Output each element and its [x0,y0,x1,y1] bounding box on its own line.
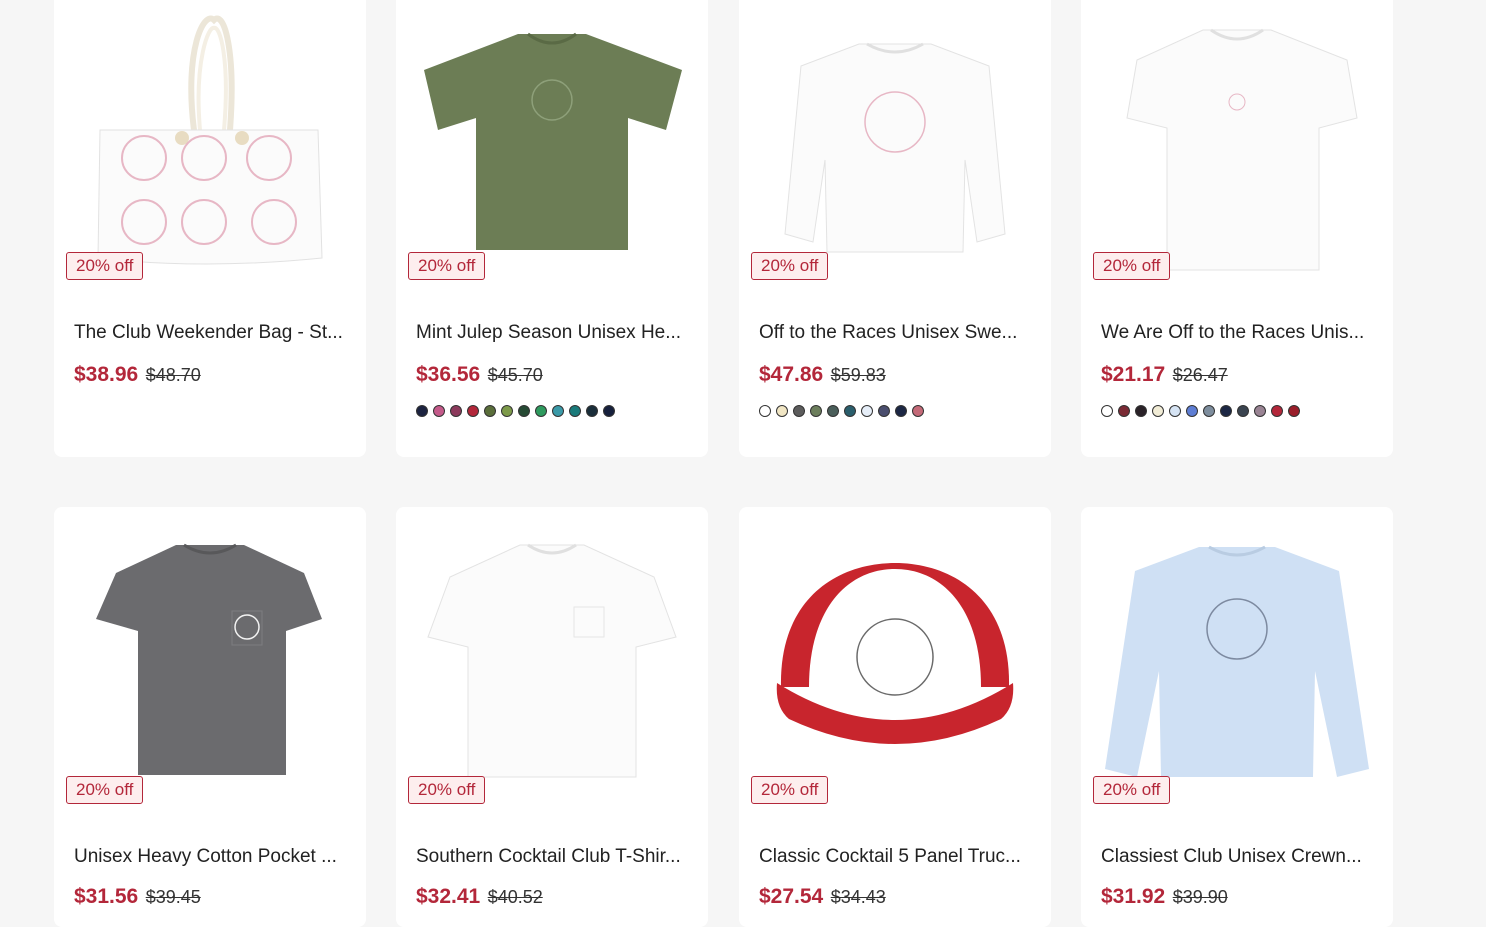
discount-badge: 20% off [751,776,829,804]
sale-price: $31.92 [1101,885,1166,908]
price-row: $21.17 $26.47 [1101,363,1228,387]
color-swatch[interactable] [535,405,547,417]
color-swatch[interactable] [450,405,462,417]
original-price: $26.47 [1172,365,1228,385]
sale-price: $38.96 [74,363,139,386]
color-swatch[interactable] [416,405,428,417]
original-price: $45.70 [487,365,543,385]
product-card[interactable]: 20% off We Are Off to the Races Unis... … [1081,0,1393,457]
product-title[interactable]: The Club Weekender Bag - St... [74,322,349,344]
color-swatch[interactable] [518,405,530,417]
product-title[interactable]: Southern Cocktail Club T-Shir... [416,846,691,868]
discount-badge: 20% off [751,252,829,280]
color-swatch[interactable] [467,405,479,417]
color-swatch[interactable] [1169,405,1181,417]
discount-badge: 20% off [1093,252,1171,280]
original-price: $40.52 [487,887,543,907]
original-price: $39.45 [145,887,201,907]
color-swatch[interactable] [878,405,890,417]
product-card[interactable]: 20% off The Club Weekender Bag - St... $… [54,0,366,457]
discount-badge: 20% off [66,252,144,280]
color-swatch[interactable] [484,405,496,417]
color-swatch[interactable] [776,405,788,417]
color-swatch[interactable] [1271,405,1283,417]
product-card[interactable]: 20% off Off to the Races Unisex Swe... $… [739,0,1051,457]
product-title[interactable]: Unisex Heavy Cotton Pocket ... [74,846,349,868]
color-swatch[interactable] [501,405,513,417]
color-swatch[interactable] [1152,405,1164,417]
color-swatch[interactable] [1220,405,1232,417]
color-swatch[interactable] [844,405,856,417]
price-row: $27.54 $34.43 [759,885,886,909]
product-title[interactable]: Classic Cocktail 5 Panel Truc... [759,846,1034,868]
color-swatch[interactable] [793,405,805,417]
color-swatch[interactable] [1203,405,1215,417]
color-swatch[interactable] [827,405,839,417]
original-price: $48.70 [145,365,201,385]
price-row: $32.41 $40.52 [416,885,543,909]
color-swatch[interactable] [586,405,598,417]
color-swatch[interactable] [1186,405,1198,417]
product-card[interactable]: 20% off Classic Cocktail 5 Panel Truc...… [739,507,1051,927]
product-card[interactable]: 20% off Unisex Heavy Cotton Pocket ... $… [54,507,366,927]
color-swatch[interactable] [1101,405,1113,417]
price-row: $47.86 $59.83 [759,363,886,387]
product-image-gray-pocket-tshirt[interactable] [54,507,366,817]
color-swatch[interactable] [1118,405,1130,417]
color-swatches [759,405,924,417]
discount-badge: 20% off [408,252,486,280]
discount-badge: 20% off [408,776,486,804]
sale-price: $21.17 [1101,363,1166,386]
discount-badge: 20% off [66,776,144,804]
price-row: $36.56 $45.70 [416,363,543,387]
color-swatch[interactable] [603,405,615,417]
color-swatch[interactable] [433,405,445,417]
color-swatch[interactable] [569,405,581,417]
price-row: $31.92 $39.90 [1101,885,1228,909]
sale-price: $32.41 [416,885,481,908]
product-image-white-pocket-tshirt[interactable] [396,507,708,817]
product-image-trucker-cap[interactable] [739,507,1051,817]
product-card[interactable]: 20% off Classiest Club Unisex Crewn... $… [1081,507,1393,927]
color-swatch[interactable] [861,405,873,417]
sale-price: $31.56 [74,885,139,908]
original-price: $39.90 [1172,887,1228,907]
discount-badge: 20% off [1093,776,1171,804]
price-row: $38.96 $48.70 [74,363,201,387]
sale-price: $36.56 [416,363,481,386]
color-swatch[interactable] [895,405,907,417]
color-swatch[interactable] [912,405,924,417]
original-price: $59.83 [830,365,886,385]
product-card[interactable]: 20% off Southern Cocktail Club T-Shir...… [396,507,708,927]
color-swatch[interactable] [1288,405,1300,417]
color-swatch[interactable] [552,405,564,417]
color-swatches [416,405,615,417]
product-title[interactable]: Mint Julep Season Unisex He... [416,322,691,344]
color-swatch[interactable] [1254,405,1266,417]
product-title[interactable]: Off to the Races Unisex Swe... [759,322,1034,344]
color-swatch[interactable] [759,405,771,417]
sale-price: $27.54 [759,885,824,908]
price-row: $31.56 $39.45 [74,885,201,909]
sale-price: $47.86 [759,363,824,386]
product-image-blue-sweatshirt[interactable] [1081,507,1393,817]
product-card[interactable]: 20% off Mint Julep Season Unisex He... $… [396,0,708,457]
color-swatch[interactable] [810,405,822,417]
product-title[interactable]: We Are Off to the Races Unis... [1101,322,1376,344]
product-title[interactable]: Classiest Club Unisex Crewn... [1101,846,1376,868]
color-swatch[interactable] [1237,405,1249,417]
color-swatch[interactable] [1135,405,1147,417]
color-swatches [1101,405,1300,417]
original-price: $34.43 [830,887,886,907]
